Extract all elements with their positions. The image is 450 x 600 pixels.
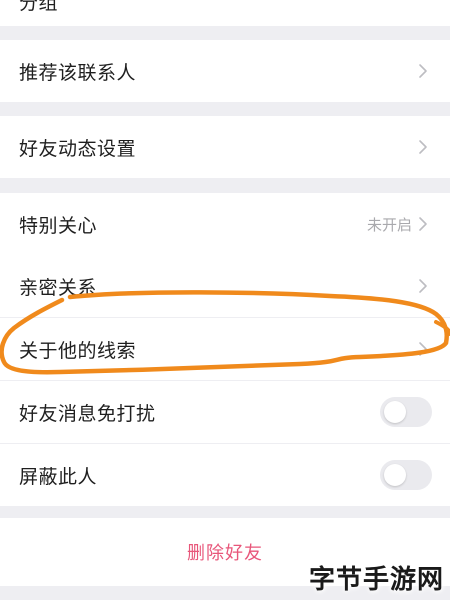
block-contact-row: 屏蔽此人 <box>0 444 450 506</box>
contact-settings-screen: 分组 推荐该联系人 好友动态设置 特别关心 未开启 亲密关系 关于他的线索 好友… <box>0 0 450 600</box>
special-care-label: 特别关心 <box>19 214 98 237</box>
group-row-label: 分组 <box>19 0 59 14</box>
toggle-knob <box>384 401 406 423</box>
mute-notifications-toggle[interactable] <box>380 397 432 427</box>
group-top-partial: 分组 <box>0 0 450 26</box>
chevron-right-icon <box>416 61 430 81</box>
recommend-contact-row[interactable]: 推荐该联系人 <box>0 40 450 102</box>
clues-about-him-label: 关于他的线索 <box>19 339 137 362</box>
special-care-status: 未开启 <box>366 215 412 234</box>
moments-settings-label: 好友动态设置 <box>19 137 137 160</box>
special-care-row[interactable]: 特别关心 未开启 <box>0 193 450 255</box>
chevron-right-icon <box>416 137 430 157</box>
block-contact-label: 屏蔽此人 <box>19 465 98 488</box>
watermark-text: 字节手游网 <box>308 565 444 595</box>
recommend-contact-label: 推荐该联系人 <box>19 61 137 84</box>
chevron-right-icon <box>416 276 430 296</box>
chevron-right-icon <box>416 214 430 234</box>
intimate-relationship-row[interactable]: 亲密关系 <box>0 255 450 317</box>
chevron-right-icon <box>416 339 430 359</box>
moments-settings-row[interactable]: 好友动态设置 <box>0 116 450 178</box>
mute-notifications-row: 好友消息免打扰 <box>0 381 450 443</box>
mute-notifications-label: 好友消息免打扰 <box>19 402 156 425</box>
delete-friend-label: 删除好友 <box>187 543 263 564</box>
intimate-relationship-label: 亲密关系 <box>19 276 98 299</box>
clues-about-him-row[interactable]: 关于他的线索 <box>0 318 450 380</box>
block-contact-toggle[interactable] <box>380 460 432 490</box>
toggle-knob <box>384 464 406 486</box>
